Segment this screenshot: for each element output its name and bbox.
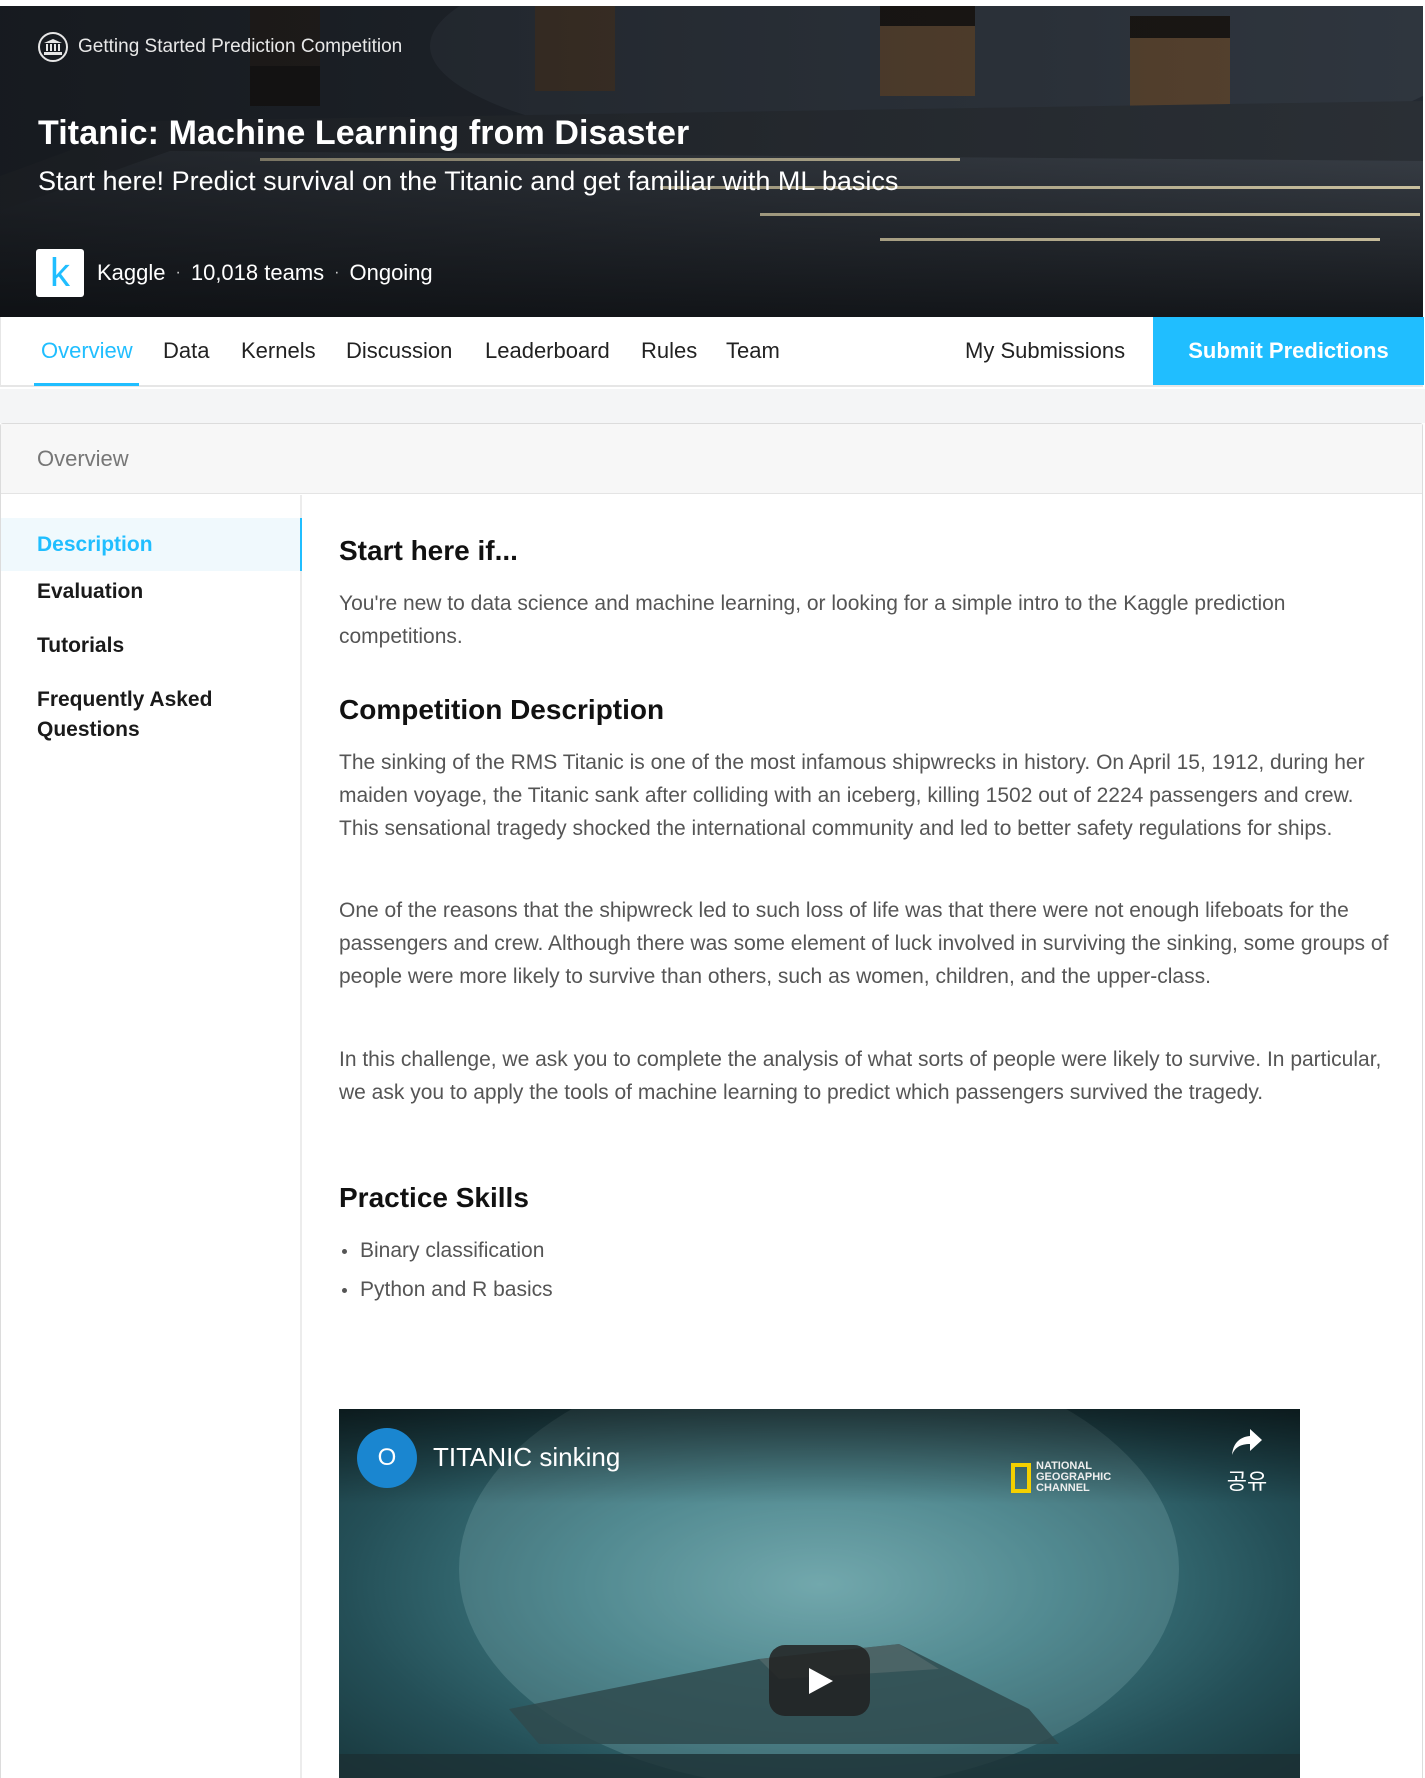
video-title[interactable]: TITANIC sinking [433,1442,620,1473]
kaggle-logo-icon[interactable]: k [36,249,84,297]
page-background-band [0,389,1425,423]
tab-data[interactable]: Data [163,317,209,385]
competition-type: Getting Started Prediction Competition [38,32,402,62]
share-button[interactable]: 공유 [1217,1427,1277,1496]
competition-type-label: Getting Started Prediction Competition [78,36,403,57]
practice-skills-list: Binary classification Python and R basic… [339,1231,553,1309]
youtube-video-embed[interactable]: O TITANIC sinking NATIONAL GEOGRAPHIC CH… [339,1409,1300,1778]
submit-predictions-button[interactable]: Submit Predictions [1153,317,1424,385]
competition-title: Titanic: Machine Learning from Disaster [38,114,690,152]
meta-separator: · [334,264,340,281]
natgeo-frame-icon [1011,1462,1031,1493]
tab-leaderboard[interactable]: Leaderboard [485,317,610,385]
start-here-text: You're new to data science and machine l… [339,592,1286,648]
overview-card-header: Overview [1,424,1422,494]
institution-icon [38,32,68,62]
competition-header: Getting Started Prediction Competition T… [0,6,1423,317]
sidebar-item-description[interactable]: Description [1,518,302,571]
description-paragraph: The sinking of the RMS Titanic is one of… [339,751,1365,840]
sidebar-item-evaluation[interactable]: Evaluation [1,577,302,607]
play-button[interactable] [769,1645,870,1716]
description-paragraph: In this challenge, we ask you to complet… [339,1048,1382,1104]
sidebar-item-faq[interactable]: Frequently Asked Questions [1,685,261,745]
sidebar-item-tutorials[interactable]: Tutorials [1,631,302,661]
start-here-heading: Start here if... [339,535,518,566]
list-item: Binary classification [339,1231,553,1270]
competition-tab-bar: Overview Data Kernels Discussion Leaderb… [0,317,1424,387]
host-name[interactable]: Kaggle [97,260,166,286]
share-arrow-icon [1232,1429,1262,1455]
competition-description-heading: Competition Description [339,694,665,725]
competition-subtitle: Start here! Predict survival on the Tita… [38,166,899,196]
competition-status: Ongoing [349,260,433,285]
tab-team[interactable]: Team [726,317,780,385]
share-label: 공유 [1226,1469,1268,1494]
tab-overview[interactable]: Overview [41,317,133,385]
national-geographic-logo: NATIONAL GEOGRAPHIC CHANNEL [1011,1461,1111,1494]
practice-skills-heading: Practice Skills [339,1182,529,1213]
tab-rules[interactable]: Rules [641,317,697,385]
list-item: Python and R basics [339,1270,553,1309]
tab-kernels[interactable]: Kernels [241,317,316,385]
active-tab-indicator [34,383,139,386]
play-icon [808,1667,833,1694]
channel-avatar[interactable]: O [357,1428,417,1488]
meta-separator: · [175,264,181,281]
overview-card: Overview Description Evaluation Tutorial… [0,423,1423,1778]
description-paragraph: One of the reasons that the shipwreck le… [339,899,1389,988]
team-count: 10,018 teams [190,260,325,285]
competition-meta: k Kaggle · 10,018 teams · Ongoing [36,249,433,297]
my-submissions-link[interactable]: My Submissions [965,317,1125,385]
overview-sidebar: Description Evaluation Tutorials Frequen… [1,495,302,1778]
natgeo-logo-line: CHANNEL [1036,1482,1090,1494]
tab-discussion[interactable]: Discussion [346,317,452,385]
